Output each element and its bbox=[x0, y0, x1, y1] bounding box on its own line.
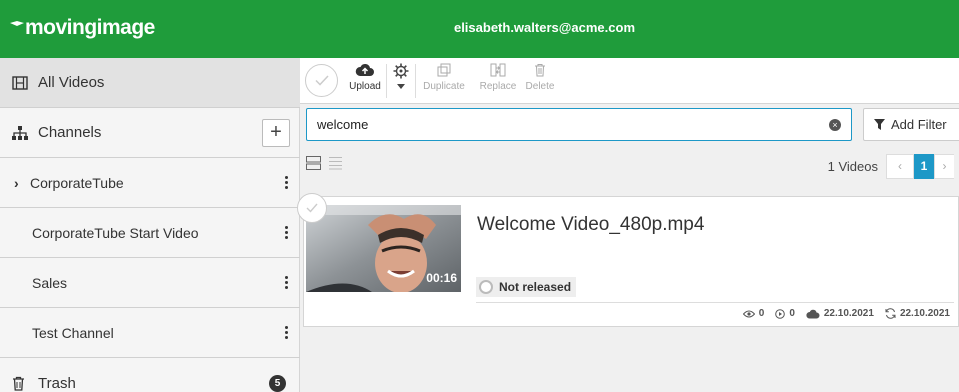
video-duration: 00:16 bbox=[426, 271, 457, 285]
cloud-upload-icon bbox=[355, 63, 374, 76]
video-stats: 0 0 22.10.2021 22.10.2021 bbox=[732, 308, 950, 319]
trash-count-badge: 5 bbox=[269, 375, 286, 392]
modified-date: 22.10.2021 bbox=[899, 308, 950, 319]
sidebar-item-test-channel[interactable]: Test Channel bbox=[0, 308, 300, 358]
upload-date: 22.10.2021 bbox=[823, 308, 874, 319]
plays-count: 0 bbox=[789, 308, 795, 319]
pagination: ‹ 1 › bbox=[886, 154, 954, 179]
duplicate-icon bbox=[437, 63, 451, 77]
trash-icon bbox=[12, 376, 38, 391]
gear-icon bbox=[393, 63, 409, 79]
add-filter-button[interactable]: Add Filter bbox=[863, 108, 959, 141]
sidebar-item-sales[interactable]: Sales bbox=[0, 258, 300, 308]
duplicate-label: Duplicate bbox=[423, 81, 465, 92]
add-filter-label: Add Filter bbox=[891, 117, 947, 132]
search-input[interactable] bbox=[317, 109, 817, 140]
play-circle-icon bbox=[775, 308, 786, 319]
next-page-button[interactable]: › bbox=[934, 154, 954, 179]
card-view-icon[interactable] bbox=[306, 156, 321, 170]
delete-button[interactable]: Delete bbox=[525, 63, 555, 92]
film-icon bbox=[12, 75, 38, 90]
status-icon bbox=[479, 280, 493, 294]
user-email[interactable]: elisabeth.walters@acme.com bbox=[0, 20, 959, 35]
video-title[interactable]: Welcome Video_480p.mp4 bbox=[477, 214, 704, 236]
channel-label: CorporateTube bbox=[30, 174, 124, 191]
prev-page-button[interactable]: ‹ bbox=[886, 154, 914, 179]
video-card[interactable]: 00:16 Welcome Video_480p.mp4 Not release… bbox=[297, 193, 959, 327]
check-icon bbox=[315, 75, 329, 86]
sidebar: All Videos Channels + › CorporateTube Co… bbox=[0, 58, 300, 392]
chevron-right-icon[interactable]: › bbox=[14, 175, 26, 191]
video-select-checkbox[interactable] bbox=[297, 193, 327, 223]
filter-icon bbox=[874, 119, 885, 130]
settings-dropdown-button[interactable] bbox=[392, 63, 410, 89]
sidebar-item-corporatetube-start-video[interactable]: CorporateTube Start Video bbox=[0, 208, 300, 258]
cloud-upload-icon bbox=[806, 309, 820, 318]
video-thumbnail[interactable]: 00:16 bbox=[306, 205, 461, 292]
kebab-menu-icon[interactable] bbox=[285, 276, 288, 291]
sidebar-channels-header[interactable]: Channels + bbox=[0, 108, 300, 158]
status-badge: Not released bbox=[476, 277, 577, 297]
channel-label: Sales bbox=[32, 274, 68, 291]
channels-label: Channels bbox=[38, 124, 102, 141]
sidebar-item-label: All Videos bbox=[38, 74, 105, 91]
check-icon bbox=[306, 203, 318, 213]
upload-label: Upload bbox=[349, 81, 381, 92]
views-count: 0 bbox=[758, 308, 765, 319]
add-channel-button[interactable]: + bbox=[262, 119, 290, 147]
view-toggles bbox=[306, 156, 342, 173]
channel-label: CorporateTube Start Video bbox=[32, 224, 199, 241]
main-panel: Upload Duplicate Replace Delete × Add Fi… bbox=[297, 58, 959, 392]
channel-label: Test Channel bbox=[32, 324, 114, 341]
status-label: Not released bbox=[499, 280, 572, 294]
toolbar-divider bbox=[415, 64, 416, 98]
page-button-current[interactable]: 1 bbox=[914, 154, 934, 179]
clear-search-icon[interactable]: × bbox=[829, 119, 841, 131]
trash-icon bbox=[535, 64, 545, 77]
upload-button[interactable]: Upload bbox=[347, 63, 383, 92]
sidebar-item-trash[interactable]: Trash 5 bbox=[0, 358, 300, 392]
upload-date-stat: 22.10.2021 bbox=[806, 308, 874, 319]
refresh-icon bbox=[885, 308, 896, 319]
top-bar: movingimage elisabeth.walters@acme.com bbox=[0, 0, 959, 58]
replace-label: Replace bbox=[479, 81, 517, 92]
select-all-checkbox[interactable] bbox=[305, 64, 338, 97]
modified-date-stat: 22.10.2021 bbox=[885, 308, 950, 319]
search-field[interactable]: × bbox=[306, 108, 852, 141]
eye-icon bbox=[742, 310, 755, 317]
card-divider bbox=[476, 302, 954, 303]
plays-stat: 0 bbox=[775, 308, 795, 319]
kebab-menu-icon[interactable] bbox=[285, 226, 288, 241]
toolbar: Upload Duplicate Replace Delete bbox=[300, 58, 959, 104]
duplicate-button[interactable]: Duplicate bbox=[422, 63, 466, 92]
toolbar-divider bbox=[386, 64, 387, 98]
caret-down-icon bbox=[397, 84, 405, 89]
result-count: 1 Videos bbox=[827, 159, 878, 174]
kebab-menu-icon[interactable] bbox=[285, 176, 288, 191]
replace-button[interactable]: Replace bbox=[478, 63, 518, 92]
list-view-icon[interactable] bbox=[328, 156, 342, 170]
sidebar-item-all-videos[interactable]: All Videos bbox=[0, 58, 300, 108]
delete-label: Delete bbox=[525, 81, 555, 92]
views-stat: 0 bbox=[742, 308, 765, 319]
sitemap-icon bbox=[12, 125, 38, 140]
trash-label: Trash bbox=[38, 374, 76, 392]
kebab-menu-icon[interactable] bbox=[285, 326, 288, 341]
replace-icon bbox=[490, 63, 506, 77]
sidebar-item-corporatetube[interactable]: › CorporateTube bbox=[0, 158, 300, 208]
